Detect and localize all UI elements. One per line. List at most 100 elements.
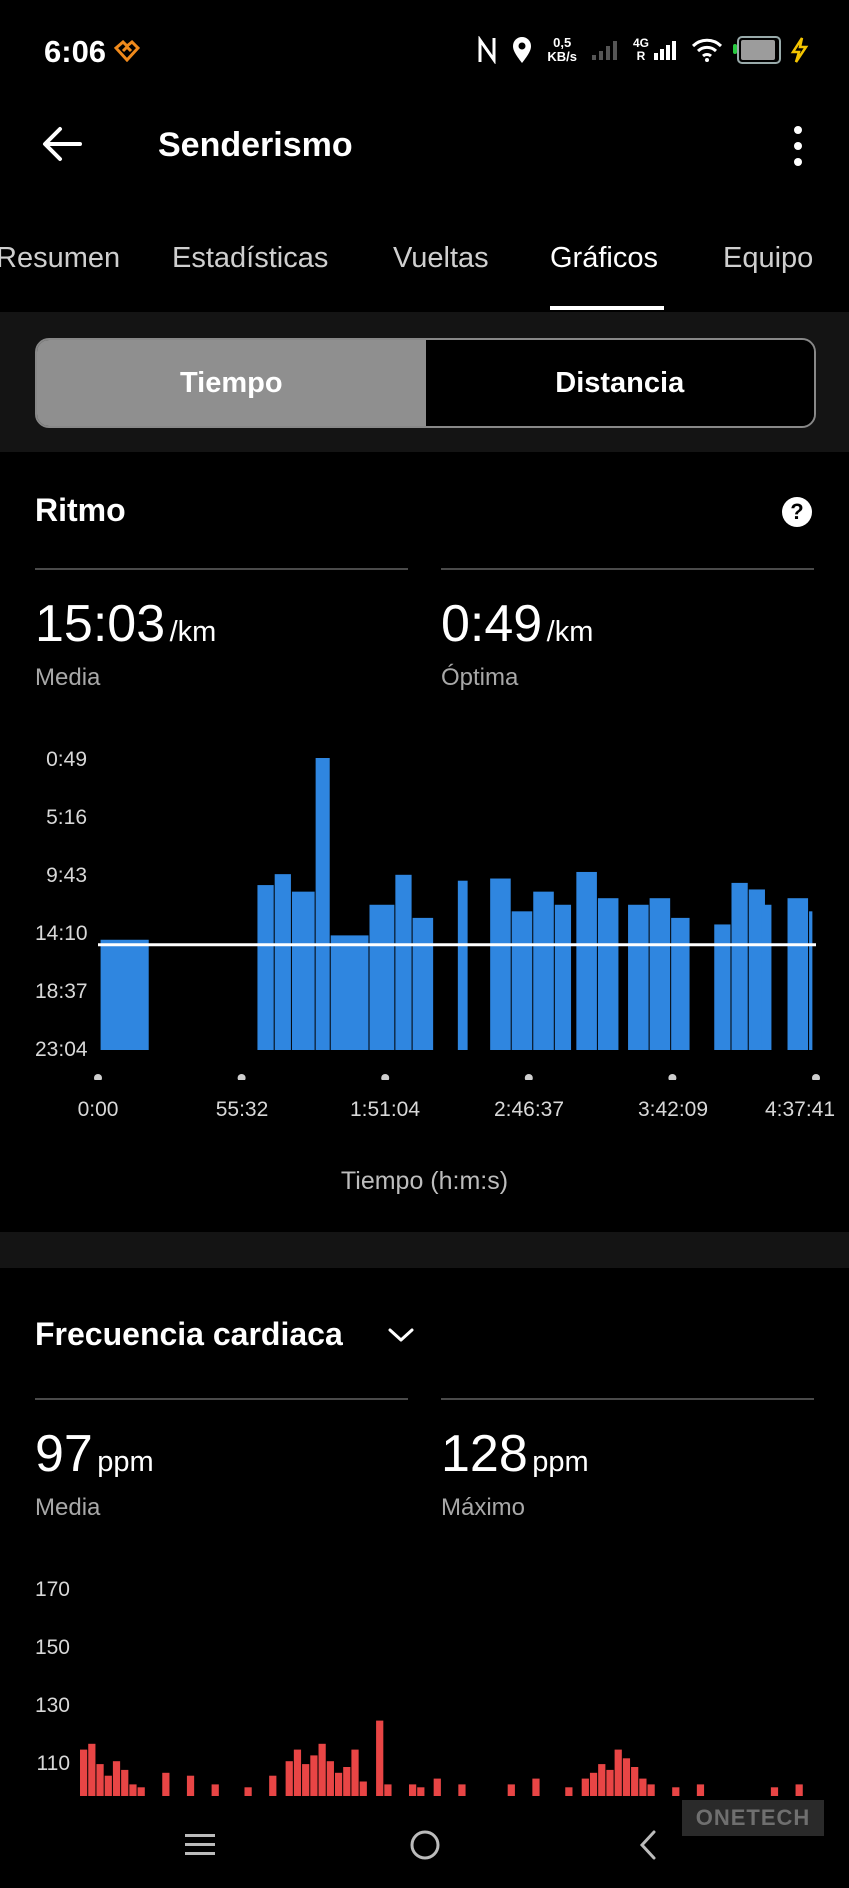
pace-bar	[457, 880, 468, 1050]
net-speed: 0,5 KB/s	[547, 36, 577, 64]
home-icon[interactable]	[409, 1829, 441, 1861]
pace-bar	[490, 878, 511, 1050]
pace-xtick-dot	[381, 1074, 390, 1080]
heart-average-label: Media	[35, 1494, 101, 1521]
pace-best-unit: /km	[546, 616, 594, 648]
pace-bar	[554, 904, 572, 1050]
more-options-icon[interactable]	[790, 124, 806, 168]
heart-bar	[589, 1772, 598, 1796]
active-tab-indicator	[550, 306, 664, 310]
pace-bar	[671, 917, 690, 1050]
pace-bar	[315, 758, 330, 1050]
pace-bar	[597, 898, 619, 1050]
tab-equipo[interactable]: Equipo	[723, 242, 813, 275]
chevron-down-icon[interactable]	[386, 1320, 416, 1350]
section-separator	[0, 1232, 849, 1268]
heart-bar	[581, 1778, 589, 1796]
pace-xtick-dot	[237, 1074, 246, 1080]
pace-bar	[100, 939, 149, 1050]
pace-xtick-dot	[524, 1074, 533, 1080]
heart-bar	[244, 1787, 252, 1796]
pace-bar	[511, 911, 533, 1050]
heart-max-label: Máximo	[441, 1494, 526, 1521]
pace-average-label: Media	[35, 664, 101, 691]
network-type: 4G R	[633, 37, 649, 63]
app-notification-icon	[114, 40, 140, 62]
heart-average: 97 ppm	[35, 1424, 154, 1484]
heart-bar	[359, 1781, 367, 1796]
heart-bar	[532, 1778, 540, 1796]
heart-bar	[417, 1787, 425, 1796]
heart-bar	[269, 1775, 277, 1796]
tab-estadisticas[interactable]: Estadísticas	[172, 242, 328, 275]
segment-tiempo[interactable]: Tiempo	[37, 340, 426, 426]
heart-bar	[507, 1784, 515, 1796]
pace-xtick: 0:00	[77, 1098, 119, 1121]
status-icons: 0,5 KB/s 4G R	[477, 36, 809, 64]
tab-vueltas[interactable]: Vueltas	[393, 242, 489, 275]
heart-bar	[351, 1749, 359, 1796]
pace-bar	[369, 904, 395, 1050]
pace-bar	[731, 882, 748, 1050]
heart-bar	[606, 1769, 614, 1796]
pace-xtick: 3:42:09	[637, 1098, 709, 1121]
heart-bar	[598, 1764, 606, 1796]
pace-bar	[395, 874, 412, 1050]
heart-bar	[795, 1784, 803, 1796]
heart-bar	[343, 1767, 351, 1796]
pace-best: 0:49 /km	[441, 594, 593, 654]
heart-bar	[458, 1784, 466, 1796]
battery-icon	[733, 36, 781, 64]
heart-bar	[121, 1769, 129, 1796]
pace-x-axis-label: Tiempo (h:m:s)	[340, 1167, 509, 1195]
heart-ytick: 150	[34, 1636, 70, 1659]
tab-graficos[interactable]: Gráficos	[550, 242, 658, 275]
pace-section-title: Ritmo	[35, 492, 126, 528]
heart-bar	[293, 1749, 302, 1796]
help-icon[interactable]: ?	[782, 497, 812, 527]
pace-xtick: 4:37:41	[764, 1098, 836, 1121]
divider	[35, 568, 408, 570]
roaming-label: R	[636, 49, 646, 63]
pace-best-label: Óptima	[441, 664, 519, 691]
heart-bar	[96, 1764, 104, 1796]
heart-bar	[622, 1758, 631, 1796]
heart-bar	[565, 1787, 573, 1796]
pace-bar	[628, 904, 649, 1050]
pace-bar	[257, 885, 274, 1050]
pace-bar	[714, 924, 731, 1050]
heart-bar	[137, 1787, 145, 1796]
heart-bar	[88, 1743, 96, 1796]
heart-bar	[80, 1749, 88, 1796]
heart-bar	[433, 1778, 441, 1796]
pace-xtick: 1:51:04	[349, 1098, 421, 1121]
heart-max-value: 128	[441, 1425, 528, 1483]
heart-bar	[614, 1749, 622, 1796]
nav-back-icon[interactable]	[636, 1829, 660, 1861]
tab-resumen[interactable]: Resumen	[0, 242, 120, 275]
time-distance-toggle: Tiempo Distancia	[35, 338, 816, 428]
pace-bar	[291, 891, 315, 1050]
recent-apps-icon[interactable]	[184, 1832, 216, 1858]
net-speed-unit: KB/s	[547, 49, 577, 64]
divider	[441, 568, 814, 570]
segment-distancia[interactable]: Distancia	[425, 340, 814, 426]
pace-bar	[330, 935, 369, 1050]
wifi-icon	[691, 38, 723, 62]
heart-bar	[696, 1784, 705, 1796]
status-time: 6:06	[44, 34, 107, 69]
page-title: Senderismo	[158, 126, 353, 164]
heart-bar	[186, 1775, 195, 1796]
pace-xtick: 2:46:37	[493, 1098, 565, 1121]
heart-bar	[302, 1764, 310, 1796]
heart-rate-section-title: Frecuencia cardiaca	[35, 1316, 343, 1352]
heart-average-value: 97	[35, 1425, 93, 1483]
heart-bar	[384, 1784, 392, 1796]
pace-bar	[809, 911, 813, 1050]
heart-bar	[408, 1784, 417, 1796]
back-arrow-icon[interactable]	[40, 122, 84, 166]
divider	[441, 1398, 814, 1400]
heart-bar	[129, 1784, 137, 1796]
heart-max-unit: ppm	[532, 1446, 589, 1478]
watermark-logo: ONETECH	[682, 1800, 824, 1836]
